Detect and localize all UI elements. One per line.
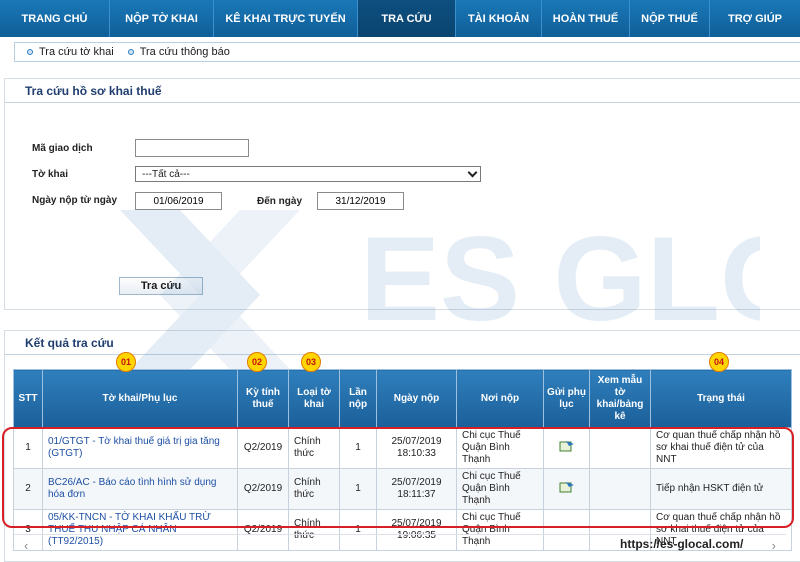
cell-tax-period: Q2/2019 xyxy=(237,427,289,469)
top-nav: TRANG CHỦ NỘP TỜ KHAI KÊ KHAI TRỰC TUYẾN… xyxy=(0,0,800,37)
col-header-status: Trạng thái xyxy=(650,369,792,428)
cell-send-appendix xyxy=(543,427,590,469)
cell-declaration-link[interactable]: BC26/AC - Báo cáo tình hình sử dụng hóa … xyxy=(42,468,238,510)
nav-item-online-declare[interactable]: KÊ KHAI TRỰC TUYẾN xyxy=(214,0,358,37)
nav-item-account[interactable]: TÀI KHOẢN xyxy=(456,0,542,37)
search-panel-title: Tra cứu hồ sơ khai thuế xyxy=(5,79,800,103)
col-header-declaration: Tờ khai/Phụ lục xyxy=(42,369,238,428)
col-header-submission-date: Ngày nộp xyxy=(376,369,457,428)
send-appendix-icon[interactable] xyxy=(559,440,575,452)
cell-submission-date: 25/07/2019 18:11:37 xyxy=(376,468,457,510)
cell-view-form xyxy=(589,427,651,469)
cell-submission-place: Chi cục Thuế Quận Bình Thạnh xyxy=(456,468,544,510)
cell-view-form xyxy=(589,468,651,510)
col-header-tax-period: Kỳ tính thuế xyxy=(237,369,289,428)
declaration-select-value: ---Tất cả--- xyxy=(142,168,190,180)
scroll-right-icon[interactable]: › xyxy=(772,538,776,553)
cell-declaration-type: Chính thức xyxy=(288,427,340,469)
cell-declaration-link[interactable]: 01/GTGT - Tờ khai thuế giá trị gia tăng … xyxy=(42,427,238,469)
cell-declaration-type: Chính thức xyxy=(288,468,340,510)
cell-status: Cơ quan thuế chấp nhận hồ sơ khai thuế đ… xyxy=(650,427,792,469)
cell-submission-count: 1 xyxy=(339,468,377,510)
transaction-code-label: Mã giao dịch xyxy=(32,143,93,154)
date-to-input[interactable] xyxy=(317,192,404,210)
table-header-row: STT Tờ khai/Phụ lục Kỳ tính thuế Loại tờ… xyxy=(13,369,792,428)
col-header-stt: STT xyxy=(13,369,43,428)
table-row: 2 BC26/AC - Báo cáo tình hình sử dụng hó… xyxy=(13,468,792,510)
nav-item-submit[interactable]: NỘP TỜ KHAI xyxy=(110,0,214,37)
search-button[interactable]: Tra cứu xyxy=(119,277,203,295)
col-header-send-appendix: Gửi phụ lục xyxy=(543,369,590,428)
bullet-icon xyxy=(27,49,33,55)
date-to-label: Đến ngày xyxy=(257,196,303,207)
declaration-select[interactable]: ---Tất cả--- xyxy=(135,166,481,182)
cell-submission-date: 25/07/2019 18:10:33 xyxy=(376,427,457,469)
nav-item-refund[interactable]: HOÀN THUẾ xyxy=(542,0,630,37)
table-row: 1 01/GTGT - Tờ khai thuế giá trị gia tăn… xyxy=(13,427,792,469)
cell-send-appendix xyxy=(543,468,590,510)
subnav-label: Tra cứu thông báo xyxy=(139,46,230,58)
annotation-badge-02: 02 xyxy=(247,352,267,372)
annotation-badge-03: 03 xyxy=(301,352,321,372)
cell-tax-period: Q2/2019 xyxy=(237,468,289,510)
scroll-left-icon[interactable]: ‹ xyxy=(24,538,28,553)
subnav-lookup-notice[interactable]: Tra cứu thông báo xyxy=(127,46,230,58)
nav-item-pay-tax[interactable]: NỘP THUẾ xyxy=(630,0,710,37)
transaction-code-input[interactable] xyxy=(135,139,249,157)
cell-submission-place: Chi cục Thuế Quận Bình Thạnh xyxy=(456,427,544,469)
cell-stt: 2 xyxy=(13,468,43,510)
nav-item-lookup[interactable]: TRA CỨU xyxy=(358,0,456,37)
col-header-submission-place: Nơi nộp xyxy=(456,369,544,428)
chevron-down-icon xyxy=(467,167,478,177)
results-table: STT Tờ khai/Phụ lục Kỳ tính thuế Loại tờ… xyxy=(13,369,792,551)
col-header-view-form: Xem mẫu tờ khai/bảng kê xyxy=(589,369,651,428)
nav-item-home[interactable]: TRANG CHỦ xyxy=(0,0,110,37)
declaration-label: Tờ khai xyxy=(32,169,69,180)
bullet-icon xyxy=(127,49,134,55)
col-header-declaration-type: Loại tờ khai xyxy=(288,369,340,428)
sub-nav: Tra cứu tờ khai Tra cứu thông báo xyxy=(14,42,800,62)
cell-status: Tiếp nhận HSKT điện tử xyxy=(650,468,792,510)
annotation-badge-01: 01 xyxy=(116,352,136,372)
cell-stt: 1 xyxy=(13,427,43,469)
date-from-label: Ngày nộp từ ngày xyxy=(32,195,118,206)
footer-url: https://es-glocal.com/ xyxy=(620,537,744,551)
subnav-label: Tra cứu tờ khai xyxy=(39,46,114,58)
search-panel: Tra cứu hồ sơ khai thuế Mã giao dịch Tờ … xyxy=(4,78,800,310)
subnav-lookup-declaration[interactable]: Tra cứu tờ khai xyxy=(27,46,114,58)
cell-submission-count: 1 xyxy=(339,427,377,469)
col-header-submission-count: Lần nộp xyxy=(339,369,377,428)
send-appendix-icon[interactable] xyxy=(559,481,575,493)
annotation-badge-04: 04 xyxy=(709,352,729,372)
date-from-input[interactable] xyxy=(135,192,222,210)
nav-item-help[interactable]: TRỢ GIÚP xyxy=(710,0,800,37)
